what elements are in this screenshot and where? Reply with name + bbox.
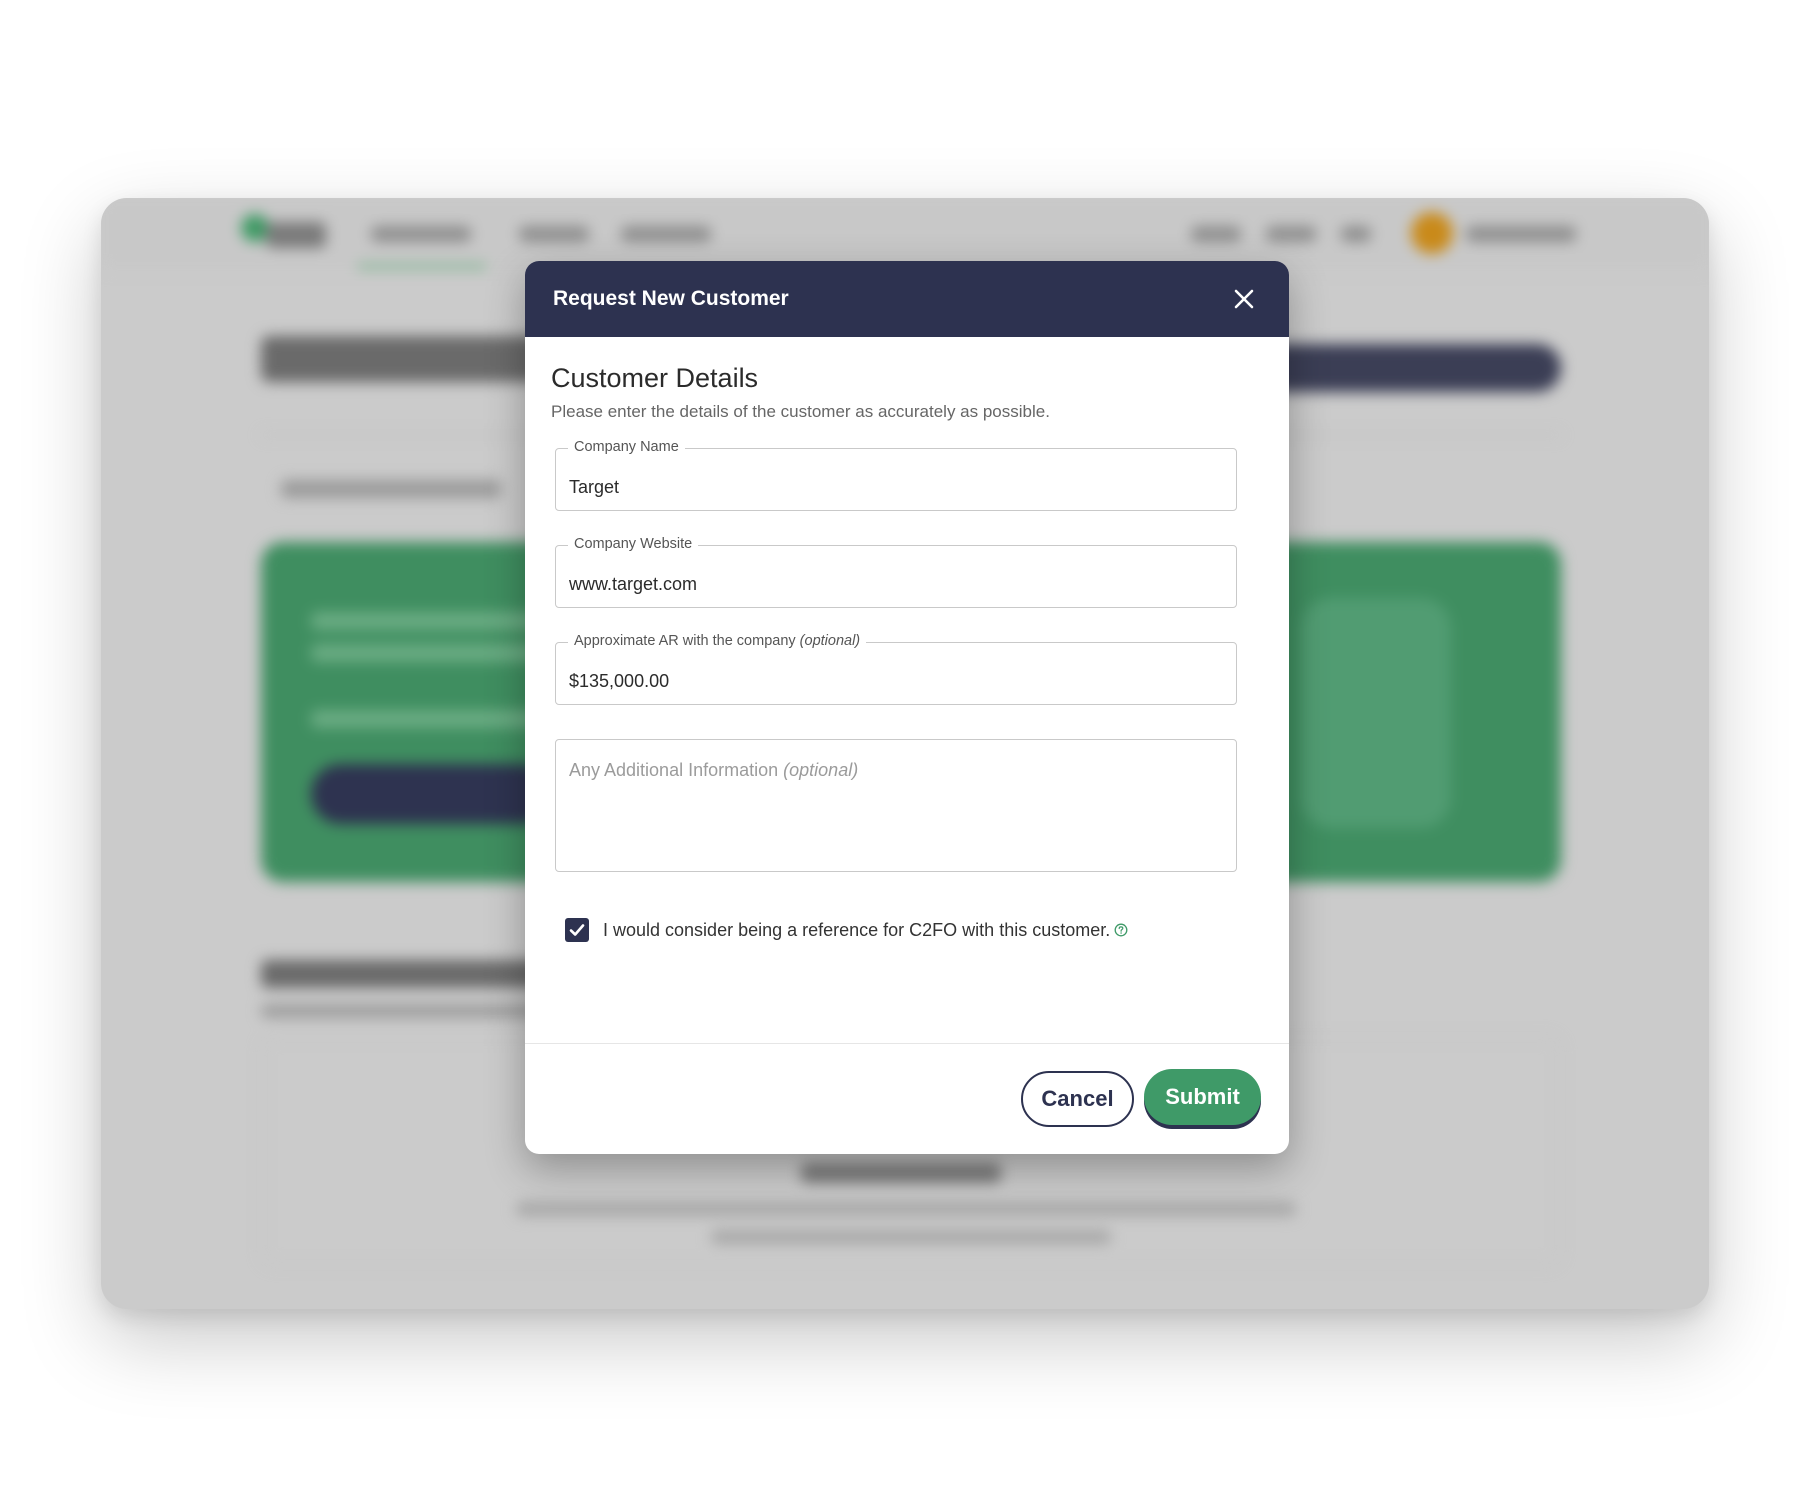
background-nav-item bbox=[1266, 226, 1316, 242]
approximate-ar-input[interactable] bbox=[556, 643, 1236, 704]
company-name-field: Company Name bbox=[555, 439, 1237, 511]
company-website-input[interactable] bbox=[556, 546, 1236, 607]
background-nav-item bbox=[371, 226, 471, 242]
background-nav-item bbox=[1341, 226, 1371, 242]
background-section-title bbox=[261, 960, 561, 988]
company-website-field: Company Website bbox=[555, 536, 1237, 608]
submit-button[interactable]: Submit bbox=[1144, 1069, 1261, 1125]
background-logo-mark bbox=[241, 214, 269, 242]
modal-body: Customer Details Please enter the detail… bbox=[525, 337, 1289, 942]
background-card-text bbox=[311, 612, 561, 630]
section-subtitle: Please enter the details of the customer… bbox=[551, 402, 1050, 421]
cancel-button[interactable]: Cancel bbox=[1021, 1071, 1134, 1127]
reference-checkbox-row: I would consider being a reference for C… bbox=[565, 918, 1235, 942]
background-page-title bbox=[261, 336, 541, 382]
background-card-button bbox=[311, 764, 551, 824]
reference-checkbox-label[interactable]: I would consider being a reference for C… bbox=[603, 920, 1110, 941]
background-nav-item bbox=[621, 226, 711, 242]
background-nav-item bbox=[1191, 226, 1241, 242]
background-empty-title bbox=[801, 1163, 1001, 1183]
background-add-button bbox=[1261, 344, 1561, 392]
background-illustration bbox=[1301, 598, 1451, 828]
checkmark-icon bbox=[569, 924, 585, 936]
close-icon bbox=[1234, 289, 1254, 309]
section-title: Customer Details bbox=[551, 363, 759, 393]
help-circle-icon[interactable] bbox=[1114, 923, 1128, 937]
approximate-ar-field: Approximate AR with the company (optiona… bbox=[555, 633, 1237, 705]
request-new-customer-modal: Request New Customer Customer Details Pl… bbox=[525, 261, 1289, 1154]
background-avatar bbox=[1411, 212, 1453, 254]
background-user-name bbox=[1466, 226, 1576, 242]
background-empty-text bbox=[711, 1230, 1111, 1244]
additional-info-optional-tag: (optional) bbox=[783, 760, 859, 780]
background-logo-text bbox=[266, 222, 326, 248]
additional-info-placeholder: Any Additional Information (optional) bbox=[569, 760, 858, 781]
modal-footer: Cancel Submit bbox=[525, 1043, 1289, 1154]
close-button[interactable] bbox=[1227, 282, 1261, 316]
background-card-text bbox=[311, 644, 541, 662]
background-filter bbox=[281, 480, 501, 498]
background-nav-underline bbox=[357, 264, 487, 269]
company-name-input[interactable] bbox=[556, 449, 1236, 510]
background-card-text bbox=[311, 710, 541, 728]
reference-checkbox[interactable] bbox=[565, 918, 589, 942]
background-empty-text bbox=[516, 1202, 1296, 1216]
background-section-subtitle bbox=[261, 1004, 541, 1018]
modal-header: Request New Customer bbox=[525, 261, 1289, 337]
additional-info-textarea[interactable]: Any Additional Information (optional) bbox=[555, 739, 1237, 872]
background-nav-item bbox=[519, 226, 589, 242]
additional-info-placeholder-text: Any Additional Information bbox=[569, 760, 779, 780]
modal-title: Request New Customer bbox=[553, 287, 789, 310]
